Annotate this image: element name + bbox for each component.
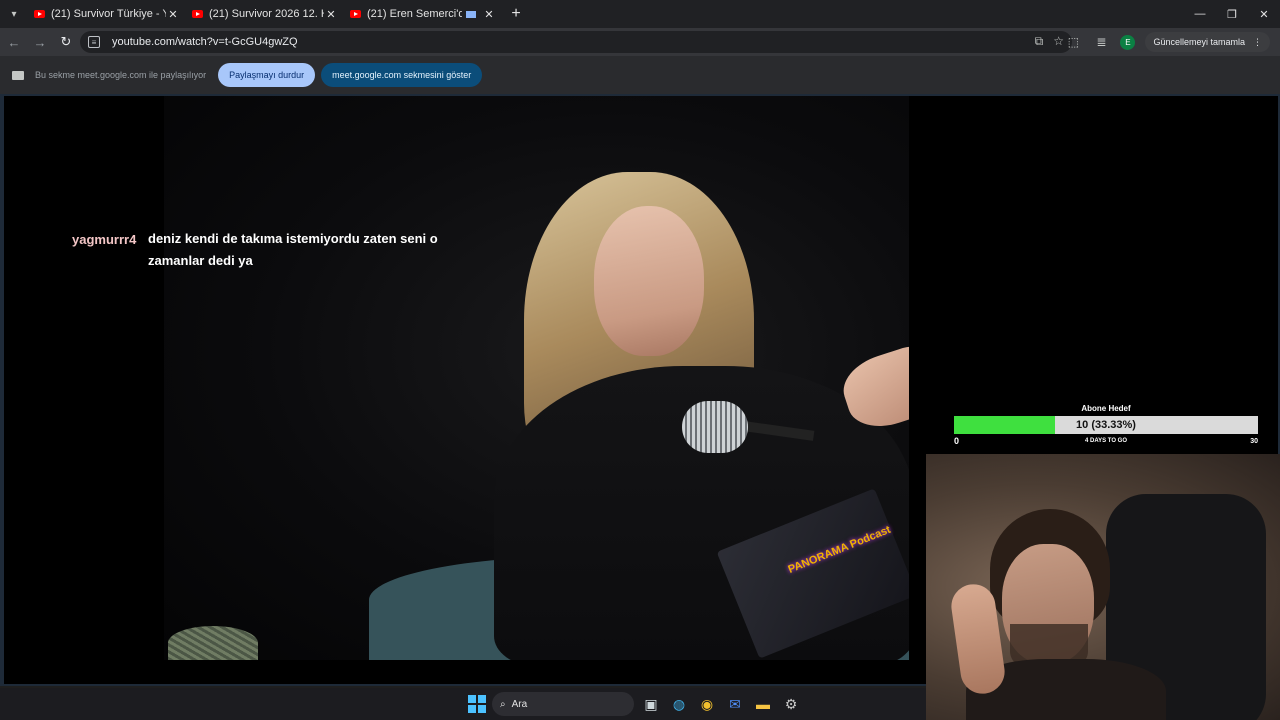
show-meet-tab-button[interactable]: meet.google.com sekmesini göster <box>321 63 483 87</box>
tab-close-icon[interactable]: ✕ <box>482 8 496 21</box>
window-controls: — ❐ ✕ <box>1184 0 1280 28</box>
sharing-notice: Bu sekme meet.google.com ile paylaşılıyo… <box>35 70 207 80</box>
microphone <box>682 401 748 453</box>
tab-survivor-2026[interactable]: (21) Survivor 2026 12. Hafta 4. Ele ✕ <box>186 0 344 28</box>
extensions-icon[interactable]: ⬚ <box>1064 35 1082 49</box>
update-button[interactable]: Güncellemeyi tamamla ⋮ <box>1145 32 1270 52</box>
video-player[interactable]: PANORAMA Podcast <box>164 96 909 660</box>
taskbar-search[interactable]: ⌕ Ara <box>492 692 634 716</box>
goal-max: 30 <box>1250 438 1258 445</box>
tab-sharing-icon <box>466 10 476 18</box>
tab-survivor-turkiye[interactable]: (21) Survivor Türkiye - YouTube ✕ <box>28 0 186 28</box>
bookmark-star-icon[interactable]: ☆ <box>1053 34 1064 49</box>
edge-icon[interactable]: ◍ <box>668 693 690 715</box>
tab-search-chevron-icon[interactable]: ▾ <box>0 0 28 28</box>
settings-icon[interactable]: ⚙ <box>780 693 802 715</box>
goal-value: 10 (33.33%) <box>1076 419 1136 431</box>
back-icon[interactable]: ← <box>2 30 26 54</box>
webcam-overlay <box>926 454 1280 720</box>
address-bar[interactable]: ≡ youtube.com/watch?v=t-GcGU4gwZQ ⧉ ☆ <box>80 31 1072 53</box>
goal-progress-bar: 10 (33.33%) <box>954 416 1258 434</box>
chrome-icon[interactable]: ◉ <box>696 693 718 715</box>
youtube-icon <box>350 10 361 18</box>
search-icon: ⌕ <box>500 698 506 710</box>
chat-message: deniz kendi de takıma istemiyordu zaten … <box>148 231 438 268</box>
forward-icon[interactable]: → <box>28 30 52 54</box>
install-app-icon[interactable]: ⧉ <box>1035 34 1044 49</box>
tab-close-icon[interactable]: ✕ <box>166 8 180 21</box>
windows-start-icon[interactable] <box>468 695 486 713</box>
stop-sharing-button[interactable]: Paylaşmayı durdur <box>218 63 316 87</box>
file-explorer-icon[interactable]: ▬ <box>752 693 774 715</box>
mail-icon[interactable]: ✉ <box>724 693 746 715</box>
task-view-icon[interactable]: ▣ <box>640 693 662 715</box>
minimize-icon[interactable]: — <box>1184 0 1216 28</box>
youtube-icon <box>192 10 203 18</box>
tab-sharing-bar: Bu sekme meet.google.com ile paylaşılıyo… <box>0 56 1280 94</box>
close-window-icon[interactable]: ✕ <box>1248 0 1280 28</box>
panorama-logo: PANORAMA Podcast <box>786 523 893 576</box>
youtube-icon <box>34 10 45 18</box>
tab-strip: ▾ (21) Survivor Türkiye - YouTube ✕ (21)… <box>0 0 1280 28</box>
browser-toolbar: ← → ↻ ≡ youtube.com/watch?v=t-GcGU4gwZQ … <box>0 28 1280 56</box>
goal-title: Abone Hedef <box>1081 404 1131 413</box>
tab-eren-semerci[interactable]: (21) Eren Semerci'den Surviv ✕ <box>344 0 502 28</box>
address-url[interactable]: youtube.com/watch?v=t-GcGU4gwZQ <box>112 36 298 48</box>
new-tab-button[interactable]: + <box>502 5 530 23</box>
reload-icon[interactable]: ↻ <box>54 30 78 54</box>
tab-title: (21) Survivor Türkiye - YouTube <box>51 8 166 20</box>
plant-decoration <box>168 626 258 660</box>
goal-days-left: 4 DAYS TO GO <box>1084 438 1127 444</box>
taskbar-search-placeholder: Ara <box>511 698 528 710</box>
restore-icon[interactable]: ❐ <box>1216 0 1248 28</box>
more-menu-icon: ⋮ <box>1253 36 1262 47</box>
taskbar: ⌕ Ara ▣ ◍ ◉ ✉ ▬ ⚙ <box>0 688 926 720</box>
screen: ▾ (21) Survivor Türkiye - YouTube ✕ (21)… <box>0 0 1280 720</box>
screen-share-icon <box>12 70 24 80</box>
update-button-label: Güncellemeyi tamamla <box>1153 37 1245 47</box>
site-info-icon[interactable]: ≡ <box>88 36 100 48</box>
reading-list-icon[interactable]: ≣ <box>1092 35 1110 49</box>
chat-username: yagmurrr4 <box>72 232 137 247</box>
subscriber-goal-widget: Abone Hedef 10 (33.33%) 0 4 DAYS TO GO 3… <box>954 404 1258 454</box>
tab-title: (21) Eren Semerci'den Surviv <box>367 8 462 20</box>
video-person-face <box>594 206 704 356</box>
profile-avatar[interactable]: E <box>1120 34 1136 50</box>
tab-close-icon[interactable]: ✕ <box>324 8 338 21</box>
tab-title: (21) Survivor 2026 12. Hafta 4. Ele <box>209 8 324 20</box>
